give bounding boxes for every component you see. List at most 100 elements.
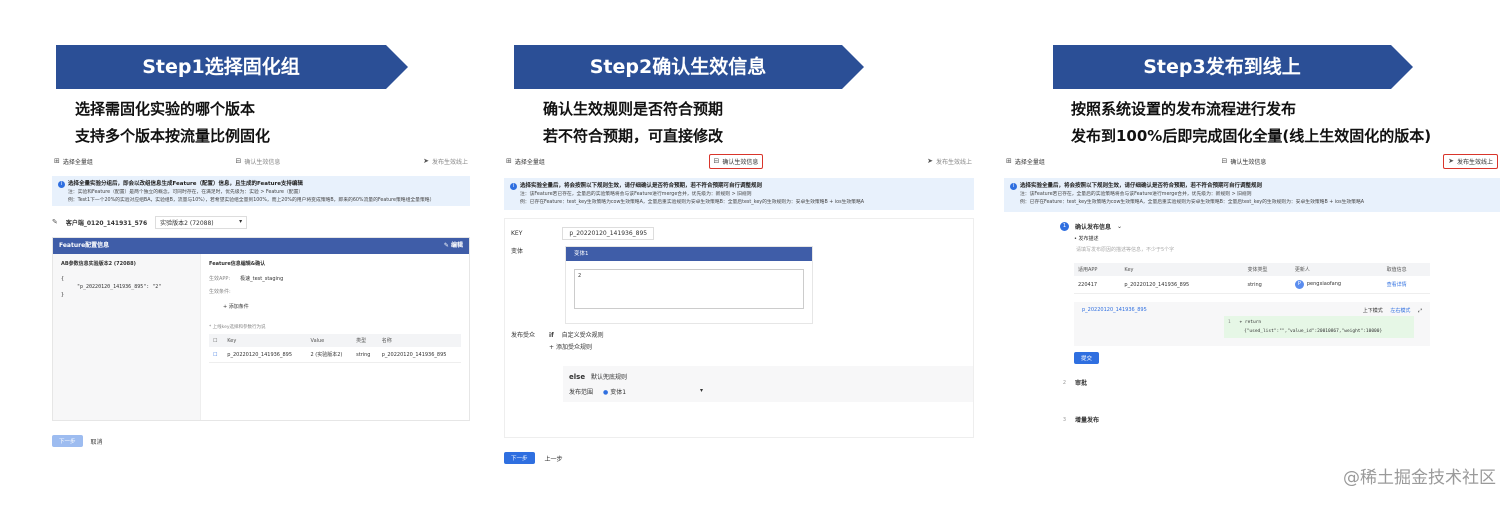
key-input[interactable]: p_20220120_141936_895 <box>562 227 655 240</box>
tab-publish[interactable]: ➤ 发布生效线上 <box>1443 153 1498 169</box>
prev-button[interactable]: 上一步 <box>545 454 563 463</box>
step2-description: 确认生效规则是否符合预期 若不符合预期，可直接修改 <box>543 96 723 150</box>
info-title: 选择实验全量后，将会按照以下规则生效，请仔细确认是否符合预期，若不符合预期可自行… <box>520 183 763 189</box>
mode-horizontal[interactable]: 左右模式 <box>1390 308 1410 314</box>
tab-select-group[interactable]: ⊞ 选择全量组 <box>506 157 545 166</box>
mode-vertical[interactable]: 上下模式 <box>1363 308 1383 314</box>
info-title: 选择全量实验分组后，即会以改组信息生成Feature（配置）信息，且生成的Fea… <box>68 181 303 187</box>
send-icon: ➤ <box>423 157 429 165</box>
cell: 220417 <box>1074 276 1121 294</box>
table-row: 220417 p_20220120_141936_895 string Ppen… <box>1074 276 1430 294</box>
stepper-bar: ⊞ 选择全量组 ⊟ 确认生效信息 ➤ 发布生效线上 <box>52 150 470 172</box>
step3-banner-text: Step3发布到线上 <box>1143 56 1301 78</box>
range-select[interactable]: ● 变体1 ▾ <box>603 387 703 396</box>
code-line: {"used_list":"","value_id":20010867,"wei… <box>1244 329 1383 334</box>
else-block: else 默认兜底规则 发布范围 ● 变体1 ▾ <box>563 366 973 402</box>
send-icon: ➤ <box>1448 157 1454 165</box>
tab-select-group[interactable]: ⊞ 选择全量组 <box>54 157 93 166</box>
stepper-bar: ⊞ 选择全量组 ⊟ 确认生效信息 ➤ 发布生效线上 <box>1004 150 1500 172</box>
key-row: KEY p_20220120_141936_895 <box>511 227 967 240</box>
step1-screenshot: ⊞ 选择全量组 ⊟ 确认生效信息 ➤ 发布生效线上 i 选择全量实验分组后，即会以改组信… <box>52 150 470 447</box>
chevron-down-icon: ▾ <box>239 217 243 225</box>
tab-label: 选择全量组 <box>62 158 93 166</box>
line-number: 1 <box>1228 320 1231 325</box>
feature-card: Feature配置信息 ✎ 编辑 AB参数信息实验版本2 (72088) { "p… <box>52 237 470 421</box>
step-number: 3 <box>1062 416 1067 423</box>
step-number: 1 <box>1060 222 1069 231</box>
variant-value-textarea[interactable]: 2 <box>574 269 804 309</box>
chevron-down-icon[interactable]: ⌄ <box>1117 223 1122 230</box>
col-header: 更新人 <box>1290 263 1383 276</box>
tab-label: 发布生效线上 <box>935 158 972 166</box>
rule-editor: KEY p_20220120_141936_895 变体 变体1 2 发布受众 … <box>504 218 974 438</box>
range-label: 发布范围 <box>569 389 594 396</box>
col-header: 名称 <box>377 334 461 347</box>
key-label: KEY <box>511 230 523 237</box>
tab-label: 发布生效线上 <box>431 158 468 166</box>
plus-icon: + <box>549 344 556 351</box>
info-alert: i 选择实验全量后，将会按照以下规则生效，请仔细确认是否符合预期，若不符合预期可自… <box>1004 178 1500 212</box>
variant-row: 变体 变体1 2 <box>511 246 967 324</box>
variant-header: 变体1 <box>566 247 812 261</box>
tab-confirm-info[interactable]: ⊟ 确认生效信息 <box>708 153 764 169</box>
audience-label: 发布受众 <box>511 332 536 339</box>
col-header: 取值信息 <box>1382 263 1430 276</box>
feature-key-table: ☐ Key Value 类型 名称 ☐ p_20220120_141936_89… <box>209 334 461 363</box>
else-label: else <box>569 373 586 381</box>
card-title: Feature配置信息 <box>59 242 110 249</box>
publish-step-3: 3 增量发布 <box>1060 415 1430 425</box>
code-line: "p_20220120_141936_895": "2" <box>77 284 162 290</box>
tab-label: 确认生效信息 <box>722 158 759 166</box>
step1-description: 选择需固化实验的哪个版本 支持多个版本按流量比例固化 <box>75 96 270 150</box>
step-title: 增量发布 <box>1075 417 1100 424</box>
next-button[interactable]: 下一步 <box>504 452 535 464</box>
step-number: 2 <box>1062 379 1067 386</box>
info-alert: i 选择全量实验分组后，即会以改组信息生成Feature（配置）信息，且生成的Fe… <box>52 176 470 206</box>
step-title: 确认发布信息 <box>1075 224 1112 231</box>
add-audience-button[interactable]: + 添加受众规则 <box>549 342 604 354</box>
cancel-button[interactable]: 取消 <box>91 437 103 446</box>
col-header: Key <box>223 334 307 347</box>
step2-desc-line1: 确认生效规则是否符合预期 <box>543 100 724 118</box>
custom-rule[interactable]: 自定义受众规则 <box>562 332 604 339</box>
cell: Ppengxiaofang <box>1290 276 1383 294</box>
card-edit-action[interactable]: ✎ 编辑 <box>444 238 463 254</box>
checkbox-header[interactable]: ☐ <box>209 334 224 347</box>
tab-confirm-info[interactable]: ⊟ 确认生效信息 <box>1222 157 1267 166</box>
tab-confirm-info[interactable]: ⊟ 确认生效信息 <box>236 157 281 166</box>
submit-button[interactable]: 提交 <box>1074 352 1100 364</box>
col-header: 变体类型 <box>1243 263 1291 276</box>
publish-step-2: 2 审批 <box>1060 378 1430 388</box>
table-row: ☐ p_20220120_141936_895 2 (实验版本2) string… <box>209 347 461 363</box>
step3-banner: Step3发布到线上 <box>1053 45 1413 89</box>
col-header: Value <box>306 334 353 347</box>
tab-label: 确认生效信息 <box>1230 158 1267 166</box>
publish-info-table: 适用APP Key 变体类型 更新人 取值信息 220417 p_2022012… <box>1074 263 1430 294</box>
col-header: 适用APP <box>1074 263 1121 276</box>
group-selector-row: ✎ 客户端_0120_141931_576 实验版本2 (72088) ▾ <box>52 212 470 232</box>
group-select[interactable]: 实验版本2 (72088) ▾ <box>155 215 248 229</box>
tab-label: 选择全量组 <box>1014 158 1045 166</box>
edit-icon[interactable]: ✎ <box>52 218 58 226</box>
select-icon: ⊞ <box>54 157 60 165</box>
desc-input[interactable]: 请填写发布原因的描述等信息，不少于5个字 <box>1076 246 1430 253</box>
step1-banner: Step1选择固化组 <box>56 45 408 89</box>
tab-select-group[interactable]: ⊞ 选择全量组 <box>1006 157 1045 166</box>
tab-label: 选择全量组 <box>514 158 545 166</box>
app-label: 生效APP: <box>209 276 231 282</box>
info-note: 注：该Feature若已存在，全量后的实验策略将会与该Feature进行merg… <box>520 192 752 197</box>
add-condition-label: 添加条件 <box>228 304 249 310</box>
chevron-down-icon: ▾ <box>700 387 704 394</box>
next-button[interactable]: 下一步 <box>52 435 83 447</box>
add-condition-button[interactable]: + 添加条件 <box>223 303 461 310</box>
info-title: 选择实验全量后，将会按照以下规则生效，请仔细确认是否符合预期，若不符合预期可自行… <box>1020 183 1263 189</box>
tab-publish[interactable]: ➤ 发布生效线上 <box>423 157 468 166</box>
tab-publish[interactable]: ➤ 发布生效线上 <box>927 157 972 166</box>
cell: 2 (实验版本2) <box>306 347 353 363</box>
diff-key: p_20220120_141936_895 <box>1082 307 1147 313</box>
expand-icon[interactable]: ⤢ <box>1418 308 1422 314</box>
row-checkbox[interactable]: ☐ <box>209 347 224 363</box>
info-icon: i <box>1010 183 1017 190</box>
step3-desc-line1: 按照系统设置的发布流程进行发布 <box>1071 100 1297 118</box>
detail-link[interactable]: 查看详情 <box>1382 276 1430 294</box>
